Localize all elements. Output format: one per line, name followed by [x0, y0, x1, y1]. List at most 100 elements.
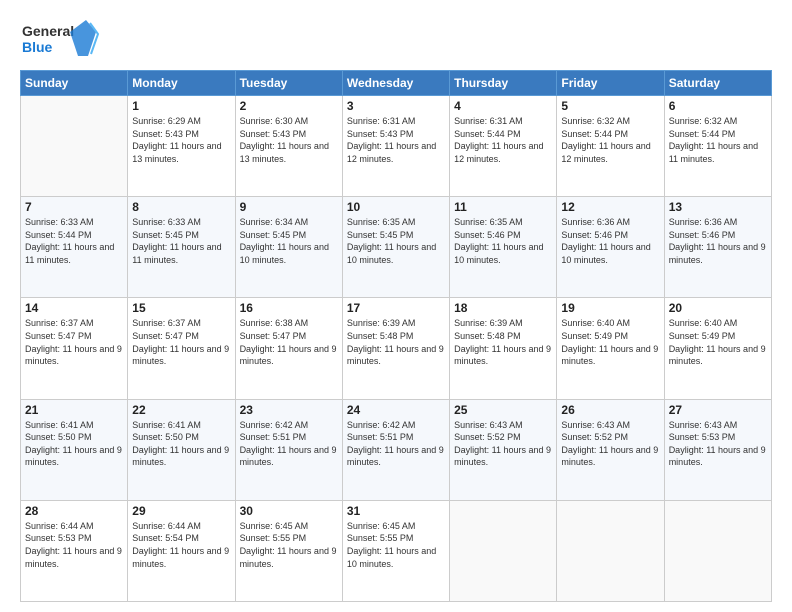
- sunset-label: Sunset: 5:46 PM: [454, 230, 521, 240]
- calendar-cell: 13 Sunrise: 6:36 AM Sunset: 5:46 PM Dayl…: [664, 197, 771, 298]
- calendar-cell: 30 Sunrise: 6:45 AM Sunset: 5:55 PM Dayl…: [235, 500, 342, 601]
- daylight-label: Daylight: 11 hours and 9 minutes.: [25, 546, 122, 569]
- col-header-saturday: Saturday: [664, 71, 771, 96]
- sunset-label: Sunset: 5:46 PM: [669, 230, 736, 240]
- calendar-cell: 23 Sunrise: 6:42 AM Sunset: 5:51 PM Dayl…: [235, 399, 342, 500]
- day-details: Sunrise: 6:32 AM Sunset: 5:44 PM Dayligh…: [669, 115, 767, 165]
- sunset-label: Sunset: 5:49 PM: [669, 331, 736, 341]
- day-number: 27: [669, 403, 767, 417]
- sunrise-label: Sunrise: 6:31 AM: [454, 116, 523, 126]
- sunrise-label: Sunrise: 6:32 AM: [669, 116, 738, 126]
- day-number: 28: [25, 504, 123, 518]
- day-number: 9: [240, 200, 338, 214]
- day-number: 8: [132, 200, 230, 214]
- sunrise-label: Sunrise: 6:33 AM: [25, 217, 94, 227]
- day-number: 10: [347, 200, 445, 214]
- day-number: 12: [561, 200, 659, 214]
- sunrise-label: Sunrise: 6:44 AM: [25, 521, 94, 531]
- day-details: Sunrise: 6:42 AM Sunset: 5:51 PM Dayligh…: [347, 419, 445, 469]
- sunrise-label: Sunrise: 6:29 AM: [132, 116, 201, 126]
- sunrise-label: Sunrise: 6:38 AM: [240, 318, 309, 328]
- daylight-label: Daylight: 11 hours and 13 minutes.: [132, 141, 221, 164]
- calendar-cell: 28 Sunrise: 6:44 AM Sunset: 5:53 PM Dayl…: [21, 500, 128, 601]
- sunrise-label: Sunrise: 6:35 AM: [347, 217, 416, 227]
- daylight-label: Daylight: 11 hours and 9 minutes.: [347, 445, 444, 468]
- day-number: 31: [347, 504, 445, 518]
- sunset-label: Sunset: 5:46 PM: [561, 230, 628, 240]
- calendar-cell: 11 Sunrise: 6:35 AM Sunset: 5:46 PM Dayl…: [450, 197, 557, 298]
- sunset-label: Sunset: 5:51 PM: [240, 432, 307, 442]
- day-number: 23: [240, 403, 338, 417]
- daylight-label: Daylight: 11 hours and 9 minutes.: [669, 445, 766, 468]
- day-details: Sunrise: 6:43 AM Sunset: 5:52 PM Dayligh…: [561, 419, 659, 469]
- day-number: 29: [132, 504, 230, 518]
- sunrise-label: Sunrise: 6:39 AM: [347, 318, 416, 328]
- daylight-label: Daylight: 11 hours and 9 minutes.: [25, 445, 122, 468]
- daylight-label: Daylight: 11 hours and 12 minutes.: [347, 141, 436, 164]
- sunrise-label: Sunrise: 6:33 AM: [132, 217, 201, 227]
- day-number: 6: [669, 99, 767, 113]
- header: General Blue: [20, 18, 772, 60]
- sunset-label: Sunset: 5:45 PM: [240, 230, 307, 240]
- sunrise-label: Sunrise: 6:30 AM: [240, 116, 309, 126]
- sunset-label: Sunset: 5:55 PM: [240, 533, 307, 543]
- calendar-cell: 21 Sunrise: 6:41 AM Sunset: 5:50 PM Dayl…: [21, 399, 128, 500]
- day-number: 30: [240, 504, 338, 518]
- calendar-cell: 19 Sunrise: 6:40 AM Sunset: 5:49 PM Dayl…: [557, 298, 664, 399]
- col-header-friday: Friday: [557, 71, 664, 96]
- day-details: Sunrise: 6:40 AM Sunset: 5:49 PM Dayligh…: [561, 317, 659, 367]
- daylight-label: Daylight: 11 hours and 10 minutes.: [347, 242, 436, 265]
- day-number: 24: [347, 403, 445, 417]
- col-header-wednesday: Wednesday: [342, 71, 449, 96]
- sunset-label: Sunset: 5:47 PM: [25, 331, 92, 341]
- calendar-body: 1 Sunrise: 6:29 AM Sunset: 5:43 PM Dayli…: [21, 96, 772, 602]
- sunrise-label: Sunrise: 6:42 AM: [240, 420, 309, 430]
- day-details: Sunrise: 6:36 AM Sunset: 5:46 PM Dayligh…: [561, 216, 659, 266]
- calendar-cell: 1 Sunrise: 6:29 AM Sunset: 5:43 PM Dayli…: [128, 96, 235, 197]
- daylight-label: Daylight: 11 hours and 9 minutes.: [454, 344, 551, 367]
- day-number: 25: [454, 403, 552, 417]
- day-number: 13: [669, 200, 767, 214]
- page: General Blue SundayMondayTuesdayWednesda…: [0, 0, 792, 612]
- daylight-label: Daylight: 11 hours and 9 minutes.: [561, 344, 658, 367]
- sunrise-label: Sunrise: 6:43 AM: [454, 420, 523, 430]
- calendar-cell: 14 Sunrise: 6:37 AM Sunset: 5:47 PM Dayl…: [21, 298, 128, 399]
- day-details: Sunrise: 6:43 AM Sunset: 5:53 PM Dayligh…: [669, 419, 767, 469]
- day-number: 2: [240, 99, 338, 113]
- calendar-cell: 29 Sunrise: 6:44 AM Sunset: 5:54 PM Dayl…: [128, 500, 235, 601]
- day-details: Sunrise: 6:41 AM Sunset: 5:50 PM Dayligh…: [132, 419, 230, 469]
- day-number: 18: [454, 301, 552, 315]
- sunset-label: Sunset: 5:50 PM: [132, 432, 199, 442]
- calendar-cell: 22 Sunrise: 6:41 AM Sunset: 5:50 PM Dayl…: [128, 399, 235, 500]
- day-details: Sunrise: 6:35 AM Sunset: 5:45 PM Dayligh…: [347, 216, 445, 266]
- sunrise-label: Sunrise: 6:43 AM: [669, 420, 738, 430]
- daylight-label: Daylight: 11 hours and 9 minutes.: [240, 445, 337, 468]
- daylight-label: Daylight: 11 hours and 13 minutes.: [240, 141, 329, 164]
- sunrise-label: Sunrise: 6:42 AM: [347, 420, 416, 430]
- sunrise-label: Sunrise: 6:36 AM: [669, 217, 738, 227]
- day-details: Sunrise: 6:43 AM Sunset: 5:52 PM Dayligh…: [454, 419, 552, 469]
- calendar-cell: [557, 500, 664, 601]
- sunset-label: Sunset: 5:43 PM: [347, 129, 414, 139]
- sunset-label: Sunset: 5:48 PM: [454, 331, 521, 341]
- day-details: Sunrise: 6:45 AM Sunset: 5:55 PM Dayligh…: [240, 520, 338, 570]
- daylight-label: Daylight: 11 hours and 9 minutes.: [132, 344, 229, 367]
- calendar-week-row: 28 Sunrise: 6:44 AM Sunset: 5:53 PM Dayl…: [21, 500, 772, 601]
- calendar-cell: 9 Sunrise: 6:34 AM Sunset: 5:45 PM Dayli…: [235, 197, 342, 298]
- day-details: Sunrise: 6:35 AM Sunset: 5:46 PM Dayligh…: [454, 216, 552, 266]
- calendar-cell: 12 Sunrise: 6:36 AM Sunset: 5:46 PM Dayl…: [557, 197, 664, 298]
- sunset-label: Sunset: 5:44 PM: [669, 129, 736, 139]
- day-number: 16: [240, 301, 338, 315]
- day-number: 4: [454, 99, 552, 113]
- daylight-label: Daylight: 11 hours and 10 minutes.: [240, 242, 329, 265]
- sunset-label: Sunset: 5:54 PM: [132, 533, 199, 543]
- sunset-label: Sunset: 5:55 PM: [347, 533, 414, 543]
- calendar-cell: 2 Sunrise: 6:30 AM Sunset: 5:43 PM Dayli…: [235, 96, 342, 197]
- day-number: 22: [132, 403, 230, 417]
- day-details: Sunrise: 6:33 AM Sunset: 5:44 PM Dayligh…: [25, 216, 123, 266]
- daylight-label: Daylight: 11 hours and 10 minutes.: [454, 242, 543, 265]
- sunrise-label: Sunrise: 6:45 AM: [347, 521, 416, 531]
- day-number: 5: [561, 99, 659, 113]
- sunset-label: Sunset: 5:50 PM: [25, 432, 92, 442]
- day-details: Sunrise: 6:40 AM Sunset: 5:49 PM Dayligh…: [669, 317, 767, 367]
